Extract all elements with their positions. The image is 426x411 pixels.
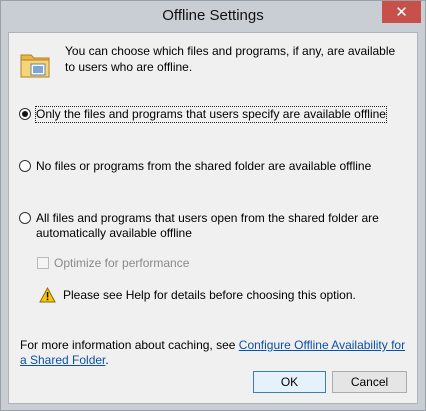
optimize-performance-checkbox[interactable]	[37, 257, 49, 269]
option-none-offline-radio[interactable]	[19, 160, 31, 172]
warning-icon	[39, 287, 56, 303]
cancel-button[interactable]: Cancel	[332, 371, 407, 393]
intro-text: You can choose which files and programs,…	[65, 44, 396, 74]
option-automatic-radio[interactable]	[19, 212, 31, 224]
folder-icon	[20, 54, 50, 78]
info-prefix: For more information about caching, see	[20, 338, 239, 352]
close-icon: ✕	[395, 3, 408, 21]
option-automatic-label[interactable]: All files and programs that users open f…	[36, 211, 411, 241]
optimize-performance-label[interactable]: Optimize for performance	[54, 256, 189, 270]
info-suffix: .	[105, 353, 109, 367]
option-user-specified-label[interactable]: Only the files and programs that users s…	[35, 106, 387, 123]
title-bar[interactable]: Offline Settings ✕	[1, 1, 425, 31]
option-none-offline-label[interactable]: No files or programs from the shared fol…	[36, 159, 371, 174]
dialog-body: You can choose which files and programs,…	[8, 32, 418, 404]
ok-button[interactable]: OK	[253, 371, 326, 393]
offline-settings-dialog: Offline Settings ✕ You can choose which …	[0, 0, 426, 411]
close-button[interactable]: ✕	[382, 1, 421, 23]
option-user-specified-radio[interactable]	[19, 108, 31, 120]
warning-text: Please see Help for details before choos…	[63, 288, 356, 302]
window-title: Offline Settings	[162, 7, 264, 24]
info-text: For more information about caching, see …	[20, 338, 410, 368]
